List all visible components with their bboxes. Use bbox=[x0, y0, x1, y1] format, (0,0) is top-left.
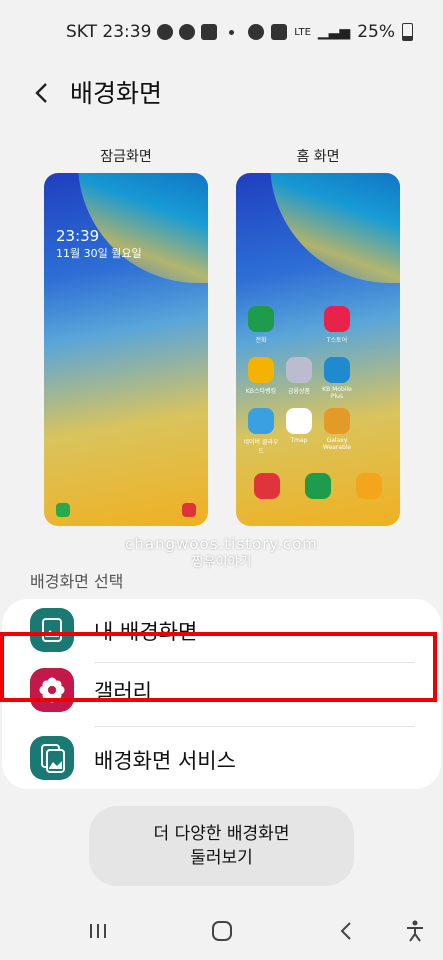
app-label: 전화 bbox=[255, 337, 267, 344]
phone-app-icon bbox=[248, 306, 274, 332]
home-screen-preview[interactable]: 전화 T스토어 KB스타뱅킹 금융상품 KB Mobile Plus 네이버 클… bbox=[236, 173, 400, 526]
lock-screen-preview[interactable]: 23:39 11월 30일 월요일 bbox=[44, 173, 208, 526]
camera-shortcut-icon bbox=[182, 503, 196, 517]
accessibility-icon bbox=[407, 920, 423, 942]
signal-icon: ▁▃▅ bbox=[317, 24, 351, 40]
wallpaper-service-icon bbox=[30, 736, 74, 780]
back-icon bbox=[340, 922, 351, 940]
status-bar: SKT 23:39 LTE ▁▃▅ 25% bbox=[0, 0, 443, 66]
app-label: Tmap bbox=[290, 437, 308, 444]
phone-shortcut-icon bbox=[56, 503, 70, 517]
page-title: 배경화면 bbox=[70, 79, 163, 108]
app-header: 배경화면 bbox=[0, 66, 443, 116]
menu-item-label: 배경화면 서비스 bbox=[94, 749, 236, 773]
message-icon bbox=[179, 24, 196, 40]
carrier-time: SKT 23:39 bbox=[66, 22, 152, 42]
camera-dock-icon bbox=[254, 473, 280, 499]
kb-bank-app-icon bbox=[248, 357, 274, 383]
tmap-app-icon bbox=[286, 408, 312, 434]
lock-time: 23:39 bbox=[56, 227, 100, 245]
more-notifications-dot bbox=[229, 29, 235, 35]
network-type: LTE bbox=[294, 26, 311, 38]
app-label: 네이버 클라우드 bbox=[243, 439, 279, 455]
menu-item-wallpaper-services[interactable]: 배경화면 서비스 bbox=[2, 730, 441, 790]
back-nav-button[interactable] bbox=[331, 918, 361, 944]
explore-more-line2: 둘러보기 bbox=[190, 848, 253, 868]
navigation-bar bbox=[0, 900, 443, 960]
kb-plus-app-icon bbox=[324, 357, 350, 383]
mute-icon bbox=[271, 24, 288, 40]
chevron-left-icon bbox=[35, 83, 47, 103]
app-label: Galaxy Wearable bbox=[322, 437, 352, 451]
explore-more-button[interactable]: 더 다양한 배경화면 둘러보기 bbox=[89, 806, 354, 886]
app-label: KB스타뱅킹 bbox=[245, 388, 277, 395]
battery-level: 25% bbox=[357, 22, 395, 42]
chat-icon bbox=[157, 24, 174, 40]
battery-icon bbox=[402, 23, 413, 41]
wallpaper-wave bbox=[270, 173, 400, 283]
finance-folder-icon bbox=[286, 357, 312, 383]
folder-dock-icon bbox=[356, 473, 382, 499]
section-title: 배경화면 선택 bbox=[30, 572, 124, 591]
alarm-icon bbox=[248, 24, 265, 40]
lock-date: 11월 30일 월요일 bbox=[56, 247, 142, 260]
app-label: 금융상품 bbox=[287, 388, 311, 395]
back-button[interactable] bbox=[24, 76, 58, 110]
highlight-box bbox=[0, 632, 437, 702]
tstore-app-icon bbox=[324, 306, 350, 332]
lock-screen-label: 잠금화면 bbox=[100, 149, 152, 165]
explore-more-line1: 더 다양한 배경화면 bbox=[153, 824, 290, 844]
recent-apps-button[interactable] bbox=[83, 918, 113, 944]
accessibility-button[interactable] bbox=[400, 918, 430, 944]
wear-app-icon bbox=[324, 408, 350, 434]
home-icon bbox=[212, 921, 232, 941]
home-screen-label: 홈 화면 bbox=[296, 149, 340, 165]
home-button[interactable] bbox=[207, 918, 237, 944]
gallery-notify-icon bbox=[201, 24, 218, 40]
recent-apps-icon bbox=[90, 924, 106, 938]
phone-dock-icon bbox=[305, 473, 331, 499]
app-label: KB Mobile Plus bbox=[322, 386, 352, 400]
app-label: T스토어 bbox=[326, 337, 348, 344]
divider bbox=[94, 726, 415, 727]
cloud-app-icon bbox=[248, 408, 274, 434]
